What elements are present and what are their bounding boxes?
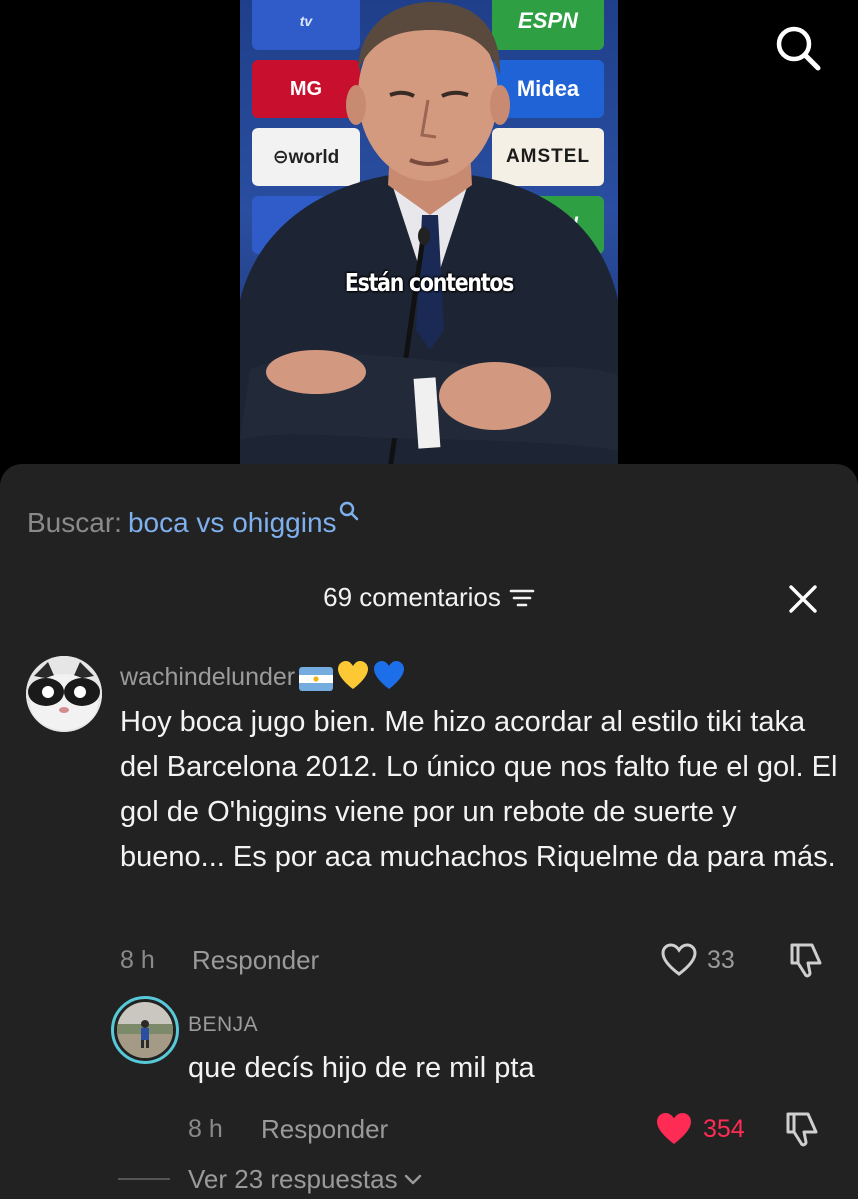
thumbs-down-icon (790, 943, 822, 978)
reply-dislike-button[interactable] (782, 1110, 820, 1148)
reply-like-button[interactable] (655, 1111, 693, 1147)
reply-text: que decís hijo de re mil pta (188, 1052, 535, 1084)
like-count: 33 (707, 946, 735, 974)
comment-username-text[interactable]: wachindelunder (120, 663, 295, 691)
yellow-heart-icon (337, 661, 369, 698)
search-button[interactable] (772, 22, 824, 74)
video-subtitle: Están contentos (344, 268, 515, 297)
heart-filled-icon (657, 1113, 691, 1144)
search-icon (339, 501, 358, 521)
search-icon (776, 26, 821, 71)
comments-sheet: Buscar:boca vs ohiggins 69 comentarios (0, 464, 858, 1199)
comment-time: 8 h (120, 946, 155, 974)
close-icon (789, 585, 817, 613)
speaker-figure (240, 2, 618, 470)
blue-heart-icon (373, 661, 405, 698)
comments-count: 69 comentarios (323, 582, 501, 612)
view-replies-button[interactable]: Ver 23 respuestas (188, 1164, 398, 1194)
cat-avatar-image (26, 656, 102, 732)
sort-icon[interactable] (509, 587, 535, 609)
search-suggestion-query[interactable]: boca vs ohiggins (128, 507, 337, 538)
search-suggestion-prefix: Buscar: (27, 507, 122, 538)
thumbs-down-icon (786, 1112, 818, 1147)
reply-like-count: 354 (703, 1115, 745, 1143)
heart-outline-icon (661, 943, 697, 976)
comment-text: Hoy boca jugo bien. Me hizo acordar al e… (120, 706, 838, 873)
field-avatar-image (117, 1002, 173, 1058)
close-comments-button[interactable] (786, 582, 820, 616)
divider (118, 1178, 170, 1180)
reply-avatar[interactable] (111, 996, 179, 1064)
comment-username[interactable]: wachindelunder (120, 661, 405, 698)
like-button[interactable] (660, 942, 698, 978)
reply-username[interactable]: BENJA (188, 1013, 258, 1037)
chevron-down-icon (404, 1174, 421, 1185)
view-replies-row[interactable]: Ver 23 respuestas (118, 1164, 422, 1195)
reply-button[interactable]: Responder (192, 945, 319, 976)
reply-reply-button[interactable]: Responder (261, 1114, 388, 1145)
search-suggestion-link[interactable]: boca vs ohiggins (128, 501, 360, 538)
video-frame[interactable]: tv MG ⊖world spo ESPN Midea AMSTEL ESPN (240, 0, 618, 470)
search-suggestion: Buscar: boca vs ohiggins (27, 500, 360, 539)
dislike-button[interactable] (786, 941, 824, 979)
reply-time: 8 h (188, 1115, 223, 1143)
comments-header: 69 comentarios (0, 582, 858, 613)
video-player[interactable]: tv MG ⊖world spo ESPN Midea AMSTEL ESPN (0, 0, 858, 470)
avatar[interactable] (26, 656, 102, 732)
argentina-flag-icon (299, 667, 334, 698)
